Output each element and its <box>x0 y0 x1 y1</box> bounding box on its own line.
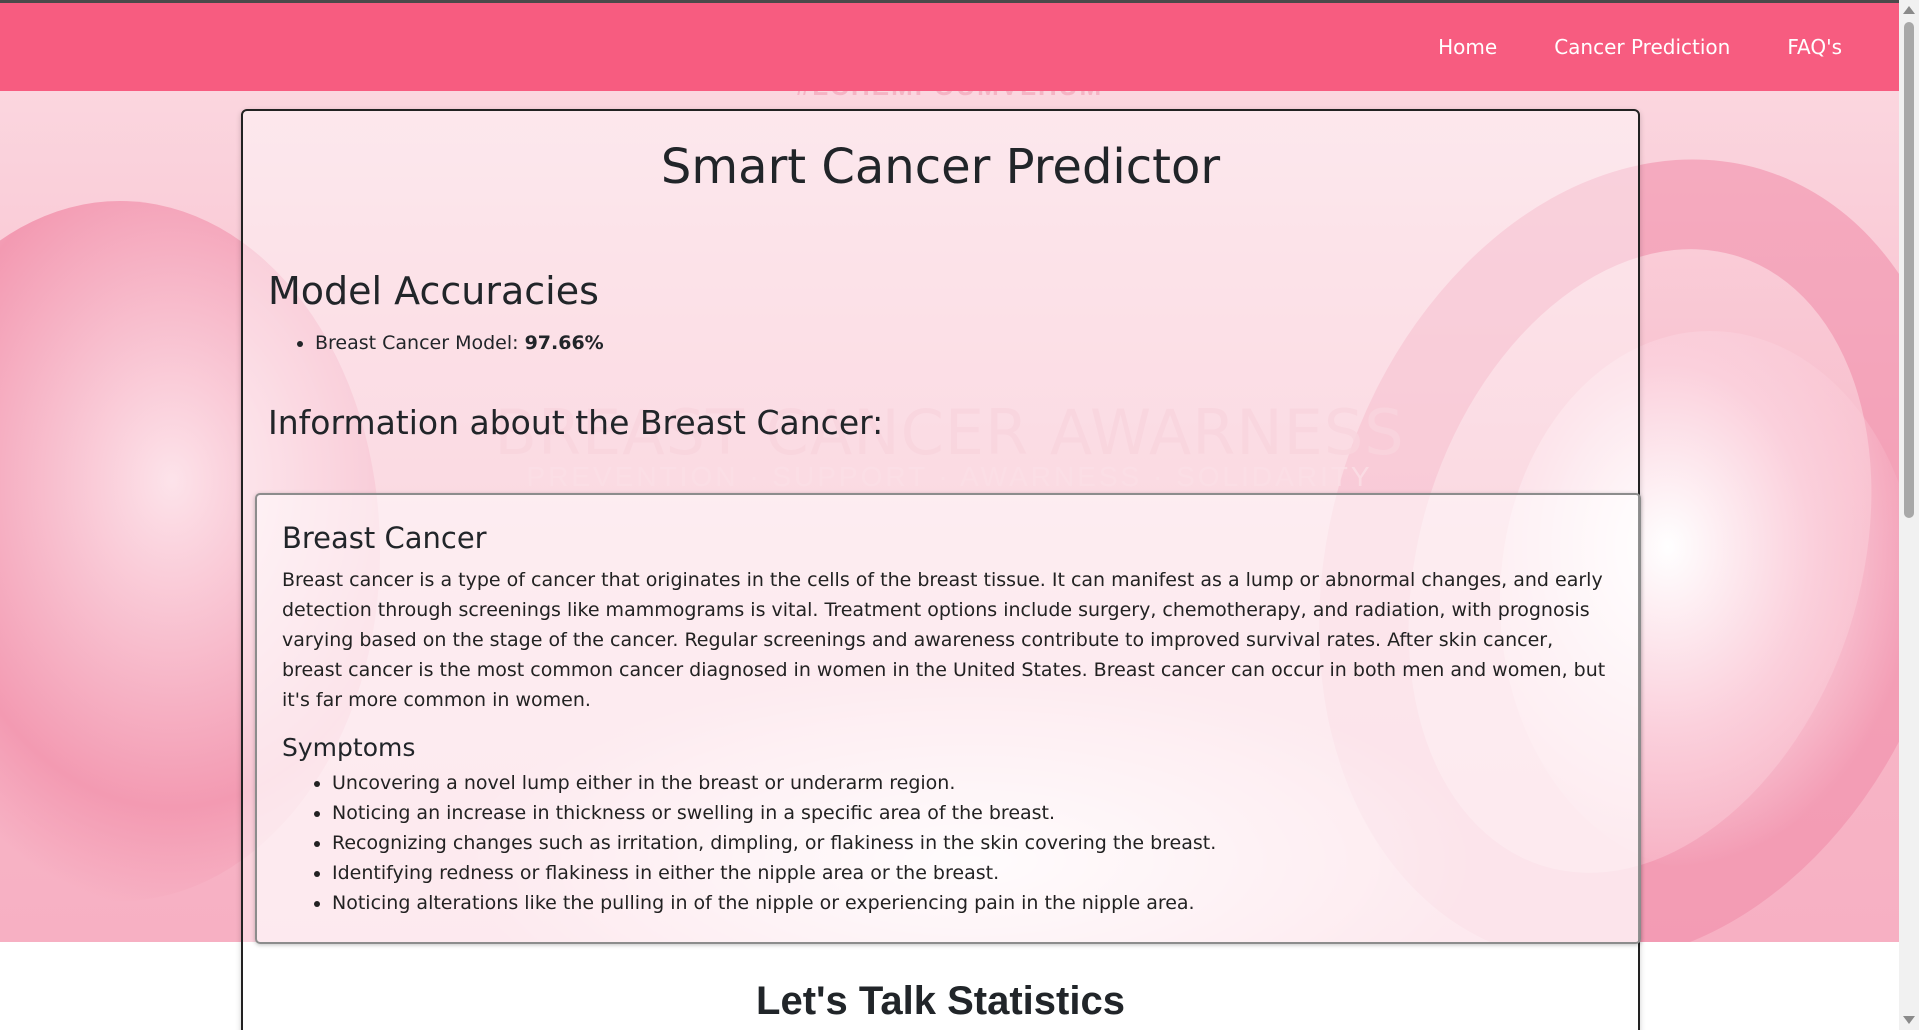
symptom-item: Identifying redness or flakiness in eith… <box>332 858 1614 888</box>
nav-link-home[interactable]: Home <box>1438 35 1497 59</box>
accuracy-label: Breast Cancer Model: <box>315 332 525 354</box>
vertical-scrollbar[interactable] <box>1899 0 1919 1030</box>
scroll-up-arrow-icon[interactable] <box>1903 6 1915 14</box>
scroll-thumb[interactable] <box>1904 22 1914 518</box>
page-title: Smart Cancer Predictor <box>660 139 1221 195</box>
symptom-list: Uncovering a novel lump either in the br… <box>282 768 1614 918</box>
background-hashtag: #LCHEMPOUMVLHUM <box>0 91 1899 102</box>
statistics-heading: Let's Talk Statistics <box>756 979 1125 1023</box>
symptom-item: Noticing alterations like the pulling in… <box>332 888 1614 918</box>
window-top-border <box>0 0 1919 3</box>
scroll-down-arrow-icon[interactable] <box>1903 1016 1915 1024</box>
symptom-item: Noticing an increase in thickness or swe… <box>332 798 1614 828</box>
card-description: Breast cancer is a type of cancer that o… <box>282 569 1606 711</box>
accuracy-list: Breast Cancer Model: 97.66% <box>315 329 604 357</box>
nav-link-faqs[interactable]: FAQ's <box>1787 35 1842 59</box>
navbar: Home Cancer Prediction FAQ's <box>0 3 1899 91</box>
symptom-item: Uncovering a novel lump either in the br… <box>332 768 1614 798</box>
symptoms-heading: Symptoms <box>282 733 416 762</box>
nav-link-cancer-prediction[interactable]: Cancer Prediction <box>1554 35 1730 59</box>
symptom-item: Recognizing changes such as irritation, … <box>332 828 1614 858</box>
breast-cancer-info-card: Breast Cancer Breast cancer is a type of… <box>255 493 1641 944</box>
info-heading: Information about the Breast Cancer: <box>268 403 884 442</box>
card-title: Breast Cancer <box>282 521 487 555</box>
model-accuracies-heading: Model Accuracies <box>268 269 599 313</box>
accuracy-item: Breast Cancer Model: 97.66% <box>315 329 604 357</box>
main-content-container: Smart Cancer Predictor Model Accuracies … <box>241 109 1641 1030</box>
accuracy-value: 97.66% <box>524 332 604 354</box>
